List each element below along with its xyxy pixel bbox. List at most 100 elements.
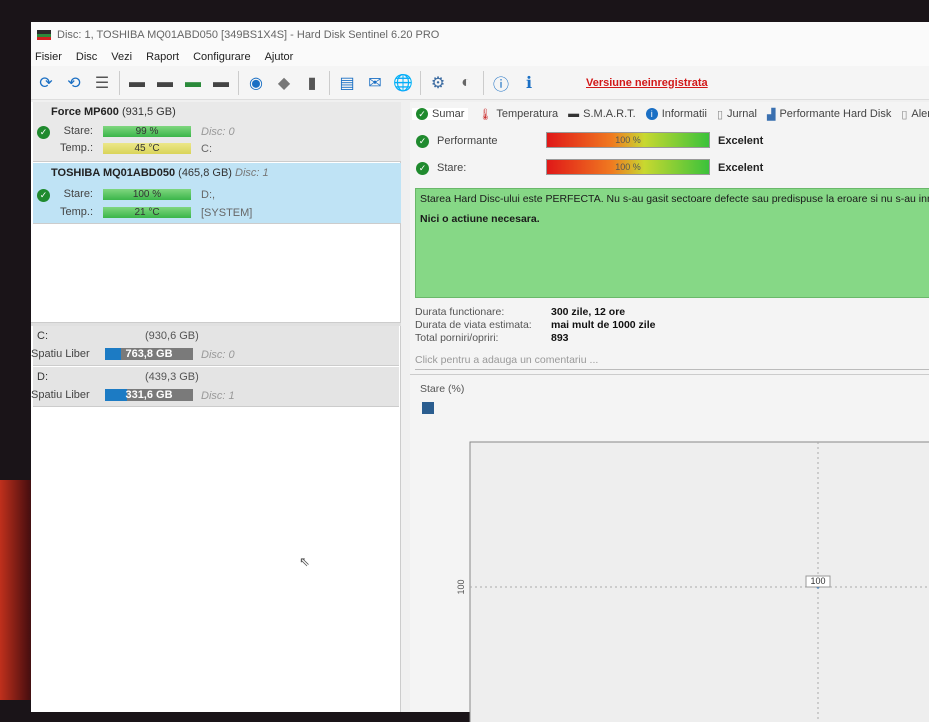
- email-icon[interactable]: ✉: [364, 72, 386, 94]
- check-icon: ✓: [416, 161, 429, 175]
- disk-name: TOSHIBA MQ01ABD050 (465,8 GB) Disc: 1: [51, 167, 269, 179]
- info-icon: i: [645, 108, 658, 120]
- uptime-value: 300 zile, 12 ore: [551, 306, 626, 318]
- summary-panel: ✓ Sumar 🌡 Temperatura ▬ S.M.A.R.T. i Informa…: [410, 102, 929, 722]
- disk-test-icon[interactable]: ▬: [126, 72, 148, 94]
- starts-value: 893: [551, 332, 569, 344]
- health-label: Stare:: [437, 162, 467, 174]
- disc-index: Disc: 0: [201, 349, 235, 361]
- app-window: Disc: 1, TOSHIBA MQ01ABD050 [349BS1X4S] …: [31, 22, 929, 722]
- tab-smart[interactable]: ▬ S.M.A.R.T.: [568, 108, 636, 120]
- free-space-value: 763,8 GB: [125, 348, 173, 360]
- menu-ajutor[interactable]: Ajutor: [265, 51, 294, 63]
- used-fill: [105, 348, 121, 360]
- free-space-value: 331,6 GB: [125, 389, 173, 401]
- disc-index: Disc: 0: [201, 126, 235, 138]
- disk-check-icon[interactable]: ▬: [182, 72, 204, 94]
- disk-tools-icon[interactable]: ◆: [273, 72, 295, 94]
- chart-icon: ▟: [766, 108, 776, 121]
- tab-label: Informatii: [661, 108, 707, 120]
- disc-index: Disc: 1: [235, 167, 269, 179]
- tab-sumar[interactable]: ✓ Sumar: [412, 108, 469, 120]
- health-bar: 100 %: [103, 189, 191, 200]
- window-title: Disc: 1, TOSHIBA MQ01ABD050 [349BS1X4S] …: [57, 29, 440, 41]
- backup-icon[interactable]: ▮: [301, 72, 323, 94]
- toolbar-separator: [329, 70, 330, 95]
- check-icon: ✓: [416, 134, 429, 148]
- free-space-label: Spatiu Liber: [31, 348, 90, 360]
- tab-label: Performante Hard Disk: [779, 108, 892, 120]
- volume-d[interactable]: D: (439,3 GB) Spatiu Liber 331,6 GB Disc…: [31, 367, 399, 407]
- tab-temperatura[interactable]: 🌡 Temperatura: [478, 108, 558, 121]
- starts-label: Total porniri/opriri:: [415, 332, 499, 344]
- disk-panel: Force MP600 (931,5 GB) ✓ Stare: 99 % Dis…: [31, 102, 401, 712]
- refresh-icon[interactable]: ⟳: [35, 72, 57, 94]
- check-icon: ✓: [416, 108, 428, 120]
- tab-label: Alerte: [911, 108, 929, 120]
- menu-fisier[interactable]: Fisier: [35, 51, 62, 63]
- disk-search-icon[interactable]: ▬: [210, 72, 232, 94]
- free-space-label: Spatiu Liber: [31, 389, 90, 401]
- disk-model: TOSHIBA MQ01ABD050: [51, 167, 176, 179]
- lifetime-value: mai mult de 1000 zile: [551, 319, 656, 331]
- menu-raport[interactable]: Raport: [146, 51, 179, 63]
- help-icon[interactable]: ⓘ: [490, 72, 512, 94]
- volume-letter: D:: [37, 371, 48, 383]
- menu-bar: Fisier Disc Vezi Raport Configurare Ajut…: [31, 48, 929, 66]
- system-tag: [SYSTEM]: [201, 207, 253, 219]
- disk-item-toshiba[interactable]: TOSHIBA MQ01ABD050 (465,8 GB) Disc: 1 ✓ …: [33, 163, 401, 224]
- tab-jurnal[interactable]: ▯ Jurnal: [717, 108, 757, 121]
- gear-icon[interactable]: ⚙: [427, 72, 449, 94]
- save-icon[interactable]: [422, 402, 434, 414]
- menu-configurare[interactable]: Configurare: [193, 51, 250, 63]
- stare-label: Stare:: [63, 125, 93, 137]
- used-fill: [105, 389, 127, 401]
- disk-schedule-icon[interactable]: ▬: [154, 72, 176, 94]
- title-bar: Disc: 1, TOSHIBA MQ01ABD050 [349BS1X4S] …: [31, 22, 929, 48]
- stare-label: Stare:: [63, 188, 93, 200]
- disk-list-icon[interactable]: ☰: [91, 72, 113, 94]
- tab-alerte[interactable]: ▯Alerte: [901, 108, 929, 121]
- tab-label: S.M.A.R.T.: [583, 108, 636, 120]
- mouse-cursor-icon: ⇖: [299, 554, 310, 569]
- report-icon[interactable]: ▤: [336, 72, 358, 94]
- sound-icon[interactable]: ◐: [455, 72, 477, 94]
- volume-letters: D:,: [201, 189, 216, 201]
- refresh-warning-icon[interactable]: ⟲: [63, 72, 85, 94]
- disk-item-force-mp600[interactable]: Force MP600 (931,5 GB) ✓ Stare: 99 % Dis…: [33, 102, 401, 162]
- disk-icon: ▬: [568, 108, 580, 120]
- tab-informatii[interactable]: i Informatii: [645, 108, 707, 120]
- performance-label: Performante: [437, 135, 498, 147]
- health-row: ✓ Stare: 100 % Excelent: [416, 159, 929, 177]
- alert-doc-icon: ▯: [901, 108, 908, 121]
- tab-label: Jurnal: [727, 108, 757, 120]
- toolbar-separator: [238, 70, 239, 95]
- document-icon: ▯: [716, 108, 724, 121]
- tab-performante[interactable]: ▟ Performante Hard Disk: [767, 108, 891, 121]
- volume-c[interactable]: C: (930,6 GB) Spatiu Liber 763,8 GB Disc…: [31, 326, 399, 366]
- disc-index: Disc: 1: [201, 390, 235, 402]
- unregistered-link[interactable]: Versiune neinregistrata: [586, 77, 708, 89]
- performance-row: ✓ Performante 100 % Excelent: [416, 132, 929, 150]
- comment-input[interactable]: Click pentru a adauga un comentariu ...: [415, 354, 929, 370]
- info-icon[interactable]: ℹ: [518, 72, 540, 94]
- menu-vezi[interactable]: Vezi: [111, 51, 132, 63]
- toolbar: ⟳ ⟲ ☰ ▬ ▬ ▬ ▬ ◉ ◆ ▮ ▤ ✉ 🌐 ⚙ ◐ ⓘ ℹ Versiu…: [31, 66, 929, 100]
- thermometer-icon: 🌡: [478, 108, 493, 121]
- temp-label: Temp.:: [59, 206, 93, 218]
- health-bar: 100 %: [546, 159, 710, 175]
- temperature-bar: 45 °C: [103, 143, 191, 154]
- plot-area: [469, 441, 929, 722]
- disk-globe-icon[interactable]: ◉: [245, 72, 267, 94]
- disk-model: Force MP600: [51, 106, 119, 118]
- tab-label: Temperatura: [496, 108, 559, 120]
- y-tick-label: 100: [456, 579, 466, 594]
- toolbar-separator: [420, 70, 421, 95]
- menu-disc[interactable]: Disc: [76, 51, 97, 63]
- volume-size: (930,6 GB): [145, 330, 199, 342]
- performance-bar: 100 %: [546, 132, 710, 148]
- status-message: Starea Hard Disc-ului este PERFECTA. Nu …: [420, 193, 929, 205]
- app-logo-icon: [37, 30, 51, 40]
- network-icon[interactable]: 🌐: [392, 72, 414, 94]
- temperature-bar: 21 °C: [103, 207, 191, 218]
